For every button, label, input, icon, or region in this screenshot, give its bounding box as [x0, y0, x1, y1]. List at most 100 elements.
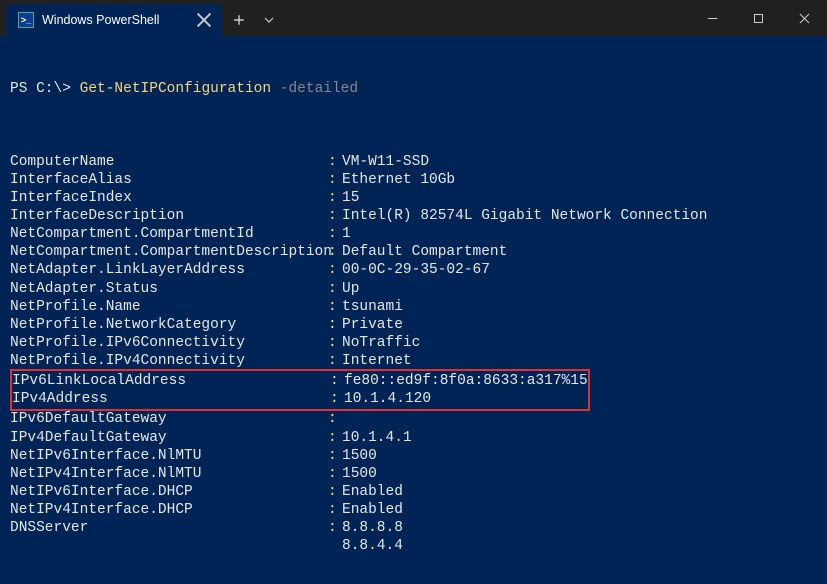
output-row: NetAdapter.Status:Up: [10, 280, 817, 298]
output-row: IPv6LinkLocalAddress:fe80::ed9f:8f0a:863…: [12, 372, 588, 390]
output-row: NetCompartment.CompartmentId:1: [10, 225, 817, 243]
highlight-box: IPv6LinkLocalAddress:fe80::ed9f:8f0a:863…: [10, 369, 590, 411]
output-row: ComputerName:VM-W11-SSD: [10, 153, 817, 171]
property-value: NoTraffic: [342, 334, 420, 352]
property-value: 10.1.4.1: [342, 429, 412, 447]
property-value: 1: [342, 225, 351, 243]
titlebar: >_ Windows PowerShell: [0, 0, 827, 36]
output-row: IPv4DefaultGateway:10.1.4.1: [10, 429, 817, 447]
property-key: NetProfile.IPv4Connectivity: [10, 352, 328, 370]
separator: :: [328, 501, 342, 519]
output-row: NetProfile.NetworkCategory:Private: [10, 316, 817, 334]
output-row: NetCompartment.CompartmentDescription:De…: [10, 243, 817, 261]
property-key: IPv4Address: [12, 390, 330, 408]
close-window-button[interactable]: [781, 0, 827, 36]
command-text: Get-NetIPConfiguration: [80, 81, 271, 97]
separator: :: [328, 483, 342, 501]
separator: :: [328, 171, 342, 189]
property-value: Internet: [342, 352, 412, 370]
property-value: VM-W11-SSD: [342, 153, 429, 171]
property-value: 1500: [342, 465, 377, 483]
separator: :: [328, 410, 342, 428]
separator: :: [328, 261, 342, 279]
property-key: NetCompartment.CompartmentDescription: [10, 243, 328, 261]
property-value: 10.1.4.120: [344, 390, 431, 408]
separator: :: [330, 390, 344, 408]
minimize-button[interactable]: [689, 0, 735, 36]
property-value: Up: [342, 280, 359, 298]
output-row: NetProfile.IPv4Connectivity:Internet: [10, 352, 817, 370]
property-value: Private: [342, 316, 403, 334]
close-tab-button[interactable]: [196, 12, 212, 28]
separator: :: [328, 447, 342, 465]
output-row: IPv4Address:10.1.4.120: [12, 390, 588, 408]
tab-title: Windows PowerShell: [42, 13, 188, 27]
property-key: IPv4DefaultGateway: [10, 429, 328, 447]
tab-dropdown-button[interactable]: [256, 4, 282, 36]
output-row: NetIPv4Interface.DHCP:Enabled: [10, 501, 817, 519]
property-value: Enabled: [342, 501, 403, 519]
output-row: IPv6DefaultGateway:: [10, 410, 817, 428]
terminal-body[interactable]: PS C:\> Get-NetIPConfiguration -detailed…: [0, 36, 827, 584]
new-tab-button[interactable]: [222, 4, 256, 36]
property-value: 15: [342, 189, 359, 207]
property-key: NetAdapter.LinkLayerAddress: [10, 261, 328, 279]
output-row: InterfaceDescription:Intel(R) 82574L Gig…: [10, 207, 817, 225]
property-key: NetIPv6Interface.NlMTU: [10, 447, 328, 465]
command-output: ComputerName:VM-W11-SSDInterfaceAlias:Et…: [10, 153, 817, 556]
separator: :: [328, 207, 342, 225]
separator: :: [328, 352, 342, 370]
property-key: NetProfile.IPv6Connectivity: [10, 334, 328, 352]
property-key: IPv6DefaultGateway: [10, 410, 328, 428]
output-row: InterfaceIndex:15: [10, 189, 817, 207]
property-value: tsunami: [342, 298, 403, 316]
property-key: ComputerName: [10, 153, 328, 171]
separator: :: [328, 465, 342, 483]
separator: :: [330, 372, 344, 390]
separator: :: [328, 280, 342, 298]
output-row: NetAdapter.LinkLayerAddress:00-0C-29-35-…: [10, 261, 817, 279]
powershell-icon: >_: [18, 12, 34, 28]
property-key: InterfaceAlias: [10, 171, 328, 189]
property-key: NetCompartment.CompartmentId: [10, 225, 328, 243]
maximize-button[interactable]: [735, 0, 781, 36]
property-value: 00-0C-29-35-02-67: [342, 261, 490, 279]
property-key: NetAdapter.Status: [10, 280, 328, 298]
property-value: 1500: [342, 447, 377, 465]
separator: :: [328, 189, 342, 207]
property-key: NetIPv4Interface.NlMTU: [10, 465, 328, 483]
property-key: NetIPv4Interface.DHCP: [10, 501, 328, 519]
property-key: NetProfile.Name: [10, 298, 328, 316]
property-value: Enabled: [342, 483, 403, 501]
property-key: InterfaceIndex: [10, 189, 328, 207]
separator: :: [328, 334, 342, 352]
output-row: NetProfile.IPv6Connectivity:NoTraffic: [10, 334, 817, 352]
separator: :: [328, 225, 342, 243]
output-row: NetIPv4Interface.NlMTU:1500: [10, 465, 817, 483]
output-row: NetIPv6Interface.NlMTU:1500: [10, 447, 817, 465]
property-value: fe80::ed9f:8f0a:8633:a317%15: [344, 372, 588, 390]
output-row: NetIPv6Interface.DHCP:Enabled: [10, 483, 817, 501]
separator: :: [328, 153, 342, 171]
property-key: NetProfile.NetworkCategory: [10, 316, 328, 334]
output-row: InterfaceAlias:Ethernet 10Gb: [10, 171, 817, 189]
property-value: Intel(R) 82574L Gigabit Network Connecti…: [342, 207, 707, 225]
property-value: 8.8.4.4: [342, 537, 403, 555]
active-tab[interactable]: >_ Windows PowerShell: [6, 4, 222, 36]
separator: :: [328, 298, 342, 316]
property-key: DNSServer: [10, 519, 328, 537]
window-controls: [689, 0, 827, 36]
output-row: 8.8.4.4: [10, 537, 817, 555]
property-key: InterfaceDescription: [10, 207, 328, 225]
property-value: Ethernet 10Gb: [342, 171, 455, 189]
separator: :: [328, 429, 342, 447]
prompt-line: PS C:\> Get-NetIPConfiguration -detailed: [10, 80, 817, 98]
prompt-prefix: PS C:\>: [10, 81, 71, 97]
property-value: 8.8.8.8: [342, 519, 403, 537]
property-key: NetIPv6Interface.DHCP: [10, 483, 328, 501]
property-key: IPv6LinkLocalAddress: [12, 372, 330, 390]
output-row: NetProfile.Name:tsunami: [10, 298, 817, 316]
property-value: Default Compartment: [342, 243, 507, 261]
separator: :: [328, 316, 342, 334]
output-row: DNSServer:8.8.8.8: [10, 519, 817, 537]
